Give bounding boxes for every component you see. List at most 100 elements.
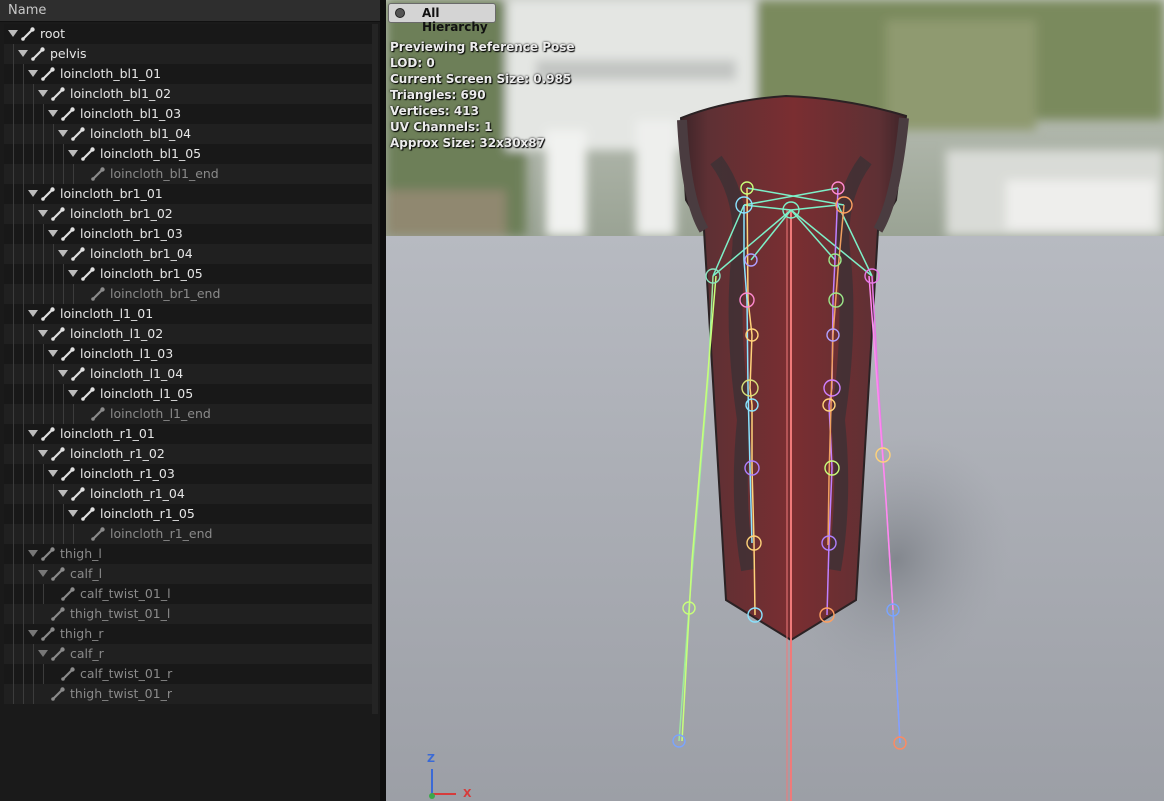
bone-name: loincloth_br1_02 xyxy=(70,206,173,221)
all-hierarchy-button[interactable]: All Hierarchy xyxy=(388,3,496,34)
tree-scrollbar[interactable] xyxy=(372,24,378,714)
tree-guide-line xyxy=(13,564,14,584)
tree-row[interactable]: pelvis xyxy=(4,44,376,64)
tree-guide-line xyxy=(33,584,34,604)
tree-row[interactable]: loincloth_br1_02 xyxy=(4,204,376,224)
tree-row[interactable]: loincloth_bl1_end xyxy=(4,164,376,184)
expand-arrow-icon[interactable] xyxy=(48,350,58,357)
tree-row[interactable]: loincloth_l1_04 xyxy=(4,364,376,384)
tree-guide-line xyxy=(33,204,34,224)
tree-row[interactable]: root xyxy=(4,24,376,44)
bone-name: loincloth_l1_02 xyxy=(70,326,164,341)
expand-arrow-icon[interactable] xyxy=(28,310,38,317)
preview-viewport[interactable]: Z X All Hierarchy Previewing Reference P… xyxy=(386,0,1164,801)
tree-row[interactable]: loincloth_l1_05 xyxy=(4,384,376,404)
tree-row[interactable]: thigh_r xyxy=(4,624,376,644)
tree-row[interactable]: loincloth_br1_04 xyxy=(4,244,376,264)
expand-arrow-icon[interactable] xyxy=(38,570,48,577)
tree-row[interactable]: thigh_twist_01_r xyxy=(4,684,376,704)
tree-row[interactable]: calf_r xyxy=(4,644,376,664)
expand-arrow-icon[interactable] xyxy=(58,130,68,137)
tree-guide-line xyxy=(23,104,24,124)
bone-icon xyxy=(61,587,75,601)
expand-arrow-icon[interactable] xyxy=(18,50,28,57)
tree-row[interactable]: loincloth_l1_01 xyxy=(4,304,376,324)
tree-row[interactable]: loincloth_br1_03 xyxy=(4,224,376,244)
bone-icon xyxy=(41,67,55,81)
tree-guide-line xyxy=(43,504,44,524)
tree-row[interactable]: loincloth_br1_end xyxy=(4,284,376,304)
tree-guide-line xyxy=(33,684,34,704)
tree-guide-line xyxy=(13,144,14,164)
expand-arrow-icon[interactable] xyxy=(68,270,78,277)
tree-guide-line xyxy=(33,144,34,164)
tree-row[interactable]: loincloth_bl1_04 xyxy=(4,124,376,144)
expand-arrow-icon[interactable] xyxy=(28,550,38,557)
expand-arrow-icon[interactable] xyxy=(28,630,38,637)
tree-row[interactable]: calf_twist_01_r xyxy=(4,664,376,684)
tree-row[interactable]: calf_l xyxy=(4,564,376,584)
tree-guide-line xyxy=(23,564,24,584)
tree-row[interactable]: loincloth_bl1_05 xyxy=(4,144,376,164)
tree-row[interactable]: loincloth_bl1_01 xyxy=(4,64,376,84)
tree-row[interactable]: loincloth_bl1_02 xyxy=(4,84,376,104)
expand-arrow-icon[interactable] xyxy=(38,450,48,457)
tree-row[interactable]: loincloth_l1_03 xyxy=(4,344,376,364)
tree-row[interactable]: thigh_twist_01_l xyxy=(4,604,376,624)
tree-row[interactable]: loincloth_r1_02 xyxy=(4,444,376,464)
bone-name: loincloth_r1_02 xyxy=(70,446,165,461)
tree-row[interactable]: calf_twist_01_l xyxy=(4,584,376,604)
tree-row[interactable]: loincloth_r1_03 xyxy=(4,464,376,484)
expand-arrow-icon[interactable] xyxy=(38,330,48,337)
stat-preview-mode: Previewing Reference Pose xyxy=(390,40,575,54)
bone-name: loincloth_r1_03 xyxy=(80,466,175,481)
expand-arrow-icon[interactable] xyxy=(58,490,68,497)
tree-guide-line xyxy=(23,144,24,164)
tree-row[interactable]: loincloth_r1_end xyxy=(4,524,376,544)
tree-guide-line xyxy=(23,644,24,664)
expand-arrow-icon[interactable] xyxy=(28,70,38,77)
expand-arrow-icon[interactable] xyxy=(8,30,18,37)
tree-row[interactable]: loincloth_bl1_03 xyxy=(4,104,376,124)
tree-row[interactable]: loincloth_br1_05 xyxy=(4,264,376,284)
tree-guide-line xyxy=(33,264,34,284)
bone-name: loincloth_bl1_01 xyxy=(60,66,162,81)
expand-arrow-icon[interactable] xyxy=(48,110,58,117)
tree-guide-line xyxy=(23,504,24,524)
tree-row[interactable]: loincloth_l1_end xyxy=(4,404,376,424)
expand-arrow-icon[interactable] xyxy=(58,250,68,257)
all-hierarchy-label: All Hierarchy xyxy=(422,6,488,34)
expand-arrow-icon[interactable] xyxy=(58,370,68,377)
tree-row[interactable]: loincloth_l1_02 xyxy=(4,324,376,344)
expand-arrow-icon[interactable] xyxy=(38,650,48,657)
bone-name: loincloth_r1_05 xyxy=(100,506,195,521)
tree-row[interactable]: loincloth_r1_01 xyxy=(4,424,376,444)
tree-guide-line xyxy=(53,264,54,284)
tree-guide-line xyxy=(33,524,34,544)
expand-arrow-icon[interactable] xyxy=(38,90,48,97)
bone-icon xyxy=(81,387,95,401)
bone-icon xyxy=(71,367,85,381)
tree-row[interactable]: loincloth_r1_05 xyxy=(4,504,376,524)
tree-row[interactable]: loincloth_r1_04 xyxy=(4,484,376,504)
expand-arrow-icon[interactable] xyxy=(48,470,58,477)
tree-header[interactable]: Name xyxy=(0,0,380,22)
tree-guide-line xyxy=(13,364,14,384)
expand-arrow-icon[interactable] xyxy=(68,510,78,517)
bone-icon xyxy=(91,287,105,301)
expand-arrow-icon[interactable] xyxy=(68,150,78,157)
bone-icon xyxy=(91,407,105,421)
radio-icon xyxy=(395,8,405,18)
expand-arrow-icon[interactable] xyxy=(68,390,78,397)
tree-row[interactable]: thigh_l xyxy=(4,544,376,564)
tree-guide-line xyxy=(23,64,24,84)
tree-guide-line xyxy=(33,344,34,364)
expand-arrow-icon[interactable] xyxy=(48,230,58,237)
tree-row[interactable]: loincloth_br1_01 xyxy=(4,184,376,204)
tree-guide-line xyxy=(23,444,24,464)
expand-arrow-icon[interactable] xyxy=(28,190,38,197)
expand-arrow-icon[interactable] xyxy=(38,210,48,217)
tree-guide-line xyxy=(23,624,24,644)
tree-guide-line xyxy=(23,204,24,224)
expand-arrow-icon[interactable] xyxy=(28,430,38,437)
